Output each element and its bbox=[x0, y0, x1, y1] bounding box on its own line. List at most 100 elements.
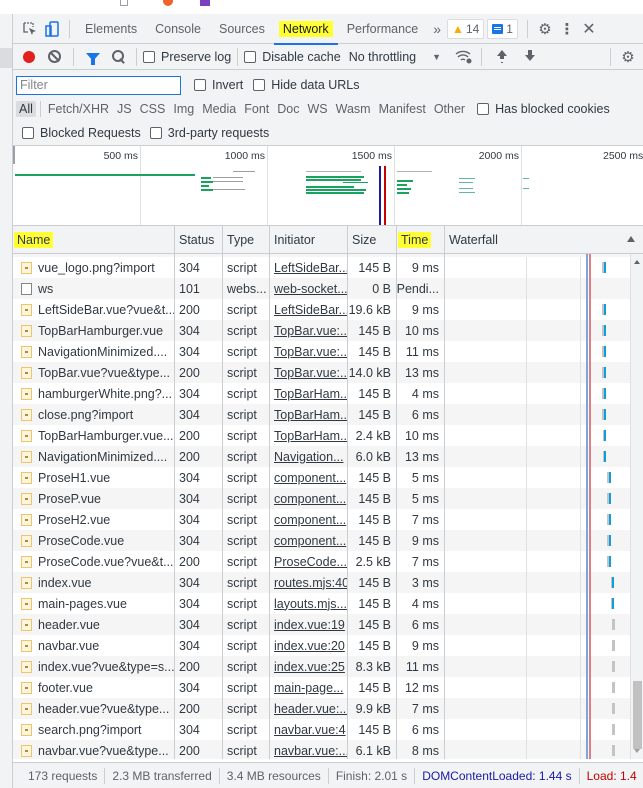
table-row[interactable]: LeftSideBar.vue?vue&t... 200 script LeftSid… bbox=[13, 299, 643, 320]
initiator-link[interactable]: component... bbox=[274, 471, 346, 485]
request-name-cell[interactable]: index.vue bbox=[13, 572, 175, 593]
table-row[interactable]: ProseCode.vue 304 script component... 145 B9… bbox=[13, 530, 643, 551]
sort-ascending-icon[interactable] bbox=[627, 236, 635, 242]
request-name-cell[interactable]: index.vue?vue&type=s... bbox=[13, 656, 175, 677]
filter-funnel-icon[interactable] bbox=[86, 52, 100, 65]
request-name-cell[interactable]: header.vue?vue&type... bbox=[13, 698, 175, 719]
filter-input[interactable] bbox=[16, 75, 181, 95]
type-filter-fetch-xhr[interactable]: Fetch/XHR bbox=[44, 102, 113, 116]
request-name-cell[interactable]: navbar.vue bbox=[13, 635, 175, 656]
table-row[interactable]: NavigationMinimized.... 304 script TopBar.v… bbox=[13, 341, 643, 362]
table-row[interactable]: header.vue?vue&type... 200 script header.vu… bbox=[13, 698, 643, 719]
preserve-log-checkbox[interactable]: Preserve log bbox=[143, 50, 231, 64]
scrollbar-thumb[interactable] bbox=[633, 681, 642, 749]
initiator-link[interactable]: LeftSideBar... bbox=[274, 261, 347, 275]
request-initiator-cell[interactable]: TopBarHam... bbox=[270, 404, 348, 425]
clear-button[interactable] bbox=[48, 50, 61, 63]
type-filter-media[interactable]: Media bbox=[198, 102, 240, 116]
column-header-time[interactable]: Time bbox=[397, 226, 445, 254]
initiator-link[interactable]: index.vue:19 bbox=[274, 618, 345, 632]
table-row[interactable]: ws 101 webs... web-socket... 0 B Pendi... bbox=[13, 278, 643, 299]
request-name-cell[interactable]: ws bbox=[13, 278, 175, 299]
request-initiator-cell[interactable]: ProseCode.... bbox=[270, 551, 348, 572]
request-name-cell[interactable]: ProseH2.vue bbox=[13, 509, 175, 530]
request-initiator-cell[interactable]: component... bbox=[270, 467, 348, 488]
request-name-cell[interactable]: footer.vue bbox=[13, 677, 175, 698]
type-filter-css[interactable]: CSS bbox=[136, 102, 170, 116]
request-initiator-cell[interactable]: component... bbox=[270, 530, 348, 551]
type-filter-all[interactable]: All bbox=[16, 101, 36, 117]
table-row[interactable]: NavigationMinimized.... 200 script Navigati… bbox=[13, 446, 643, 467]
request-name-cell[interactable]: TopBarHamburger.vue... bbox=[13, 425, 175, 446]
record-button[interactable] bbox=[23, 50, 35, 63]
type-filter-ws[interactable]: WS bbox=[303, 102, 331, 116]
request-initiator-cell[interactable]: main-page... bbox=[270, 677, 348, 698]
initiator-link[interactable]: component... bbox=[274, 534, 346, 548]
checkbox[interactable] bbox=[22, 127, 34, 139]
table-row[interactable]: TopBar.vue?vue&type... 200 script TopBar.vu… bbox=[13, 362, 643, 383]
initiator-link[interactable]: routes.mjs:40 bbox=[274, 576, 347, 590]
device-toolbar-icon[interactable] bbox=[41, 18, 63, 40]
initiator-link[interactable]: Navigation... bbox=[274, 450, 343, 464]
checkbox[interactable] bbox=[194, 79, 206, 91]
settings-gear-icon[interactable]: ⚙ bbox=[534, 18, 556, 40]
request-initiator-cell[interactable]: TopBarHam... bbox=[270, 425, 348, 446]
request-initiator-cell[interactable]: LeftSideBar... bbox=[270, 299, 348, 320]
type-filter-js[interactable]: JS bbox=[113, 102, 136, 116]
table-row[interactable]: hamburgerWhite.png?... 304 script TopBarHam… bbox=[13, 383, 643, 404]
invert-checkbox[interactable]: Invert bbox=[194, 78, 243, 92]
column-header-name[interactable]: Name bbox=[13, 226, 175, 254]
request-name-cell[interactable]: close.png?import bbox=[13, 404, 175, 425]
initiator-link[interactable]: TopBarHam... bbox=[274, 429, 347, 443]
checkbox[interactable] bbox=[149, 127, 162, 139]
request-name-cell[interactable]: hamburgerWhite.png?... bbox=[13, 383, 175, 404]
initiator-link[interactable]: TopBar.vue:... bbox=[274, 366, 347, 380]
column-header-size[interactable]: Size bbox=[348, 226, 397, 254]
blocked-requests-checkbox[interactable]: Blocked Requests bbox=[22, 126, 141, 140]
inspect-element-icon[interactable] bbox=[19, 18, 41, 40]
request-name-cell[interactable]: ProseCode.vue?vue&t... bbox=[13, 551, 175, 572]
table-row[interactable]: header.vue 304 script index.vue:19 145 B6 ms bbox=[13, 614, 643, 635]
request-initiator-cell[interactable]: LeftSideBar... bbox=[270, 257, 348, 278]
request-name-cell[interactable]: LeftSideBar.vue?vue&t... bbox=[13, 299, 175, 320]
column-header-type[interactable]: Type bbox=[223, 226, 270, 254]
network-overview-timeline[interactable]: 500 ms 1000 ms 1500 ms 2000 ms 2500 ms bbox=[13, 146, 643, 226]
table-row[interactable]: close.png?import 304 script TopBarHam... 145… bbox=[13, 404, 643, 425]
column-header-waterfall[interactable]: Waterfall bbox=[445, 226, 643, 254]
disable-cache-checkbox[interactable]: Disable cache bbox=[244, 50, 341, 64]
request-initiator-cell[interactable]: index.vue:20 bbox=[270, 635, 348, 656]
table-row[interactable]: footer.vue 304 script main-page... 145 B 12 m… bbox=[13, 677, 643, 698]
request-initiator-cell[interactable]: TopBarHam... bbox=[270, 383, 348, 404]
table-row[interactable]: search.png?import 304 script navbar.vue:4 14… bbox=[13, 719, 643, 740]
table-row[interactable]: index.vue 304 script routes.mjs:40 145 B3 ms bbox=[13, 572, 643, 593]
tab-console[interactable]: Console bbox=[146, 14, 210, 44]
request-initiator-cell[interactable]: layouts.mjs... bbox=[270, 593, 348, 614]
column-header-initiator[interactable]: Initiator bbox=[270, 226, 348, 254]
checkbox[interactable] bbox=[143, 50, 155, 63]
initiator-link[interactable]: component... bbox=[274, 513, 346, 527]
type-filter-doc[interactable]: Doc bbox=[273, 102, 303, 116]
column-header-status[interactable]: Status bbox=[175, 226, 223, 254]
close-devtools-icon[interactable]: ✕ bbox=[578, 18, 600, 40]
initiator-link[interactable]: main-page... bbox=[274, 681, 343, 695]
initiator-link[interactable]: TopBarHam... bbox=[274, 408, 347, 422]
table-row[interactable]: ProseH2.vue 304 script component... 145 B7 m… bbox=[13, 509, 643, 530]
initiator-link[interactable]: index.vue:20 bbox=[274, 639, 345, 653]
tab-network[interactable]: Network bbox=[273, 14, 338, 45]
tab-performance[interactable]: Performance bbox=[338, 14, 428, 44]
network-settings-gear-icon[interactable]: ⚙ bbox=[617, 46, 639, 68]
scroll-down-icon[interactable] bbox=[634, 749, 640, 753]
initiator-link[interactable]: index.vue:25 bbox=[274, 660, 345, 674]
table-row[interactable]: main-pages.vue 304 script layouts.mjs... 145… bbox=[13, 593, 643, 614]
type-filter-other[interactable]: Other bbox=[430, 102, 469, 116]
request-initiator-cell[interactable]: TopBar.vue:... bbox=[270, 341, 348, 362]
request-initiator-cell[interactable]: web-socket... bbox=[270, 278, 348, 299]
initiator-link[interactable]: navbar.vue:4 bbox=[274, 723, 346, 737]
messages-badge[interactable]: 1 bbox=[487, 18, 518, 39]
request-initiator-cell[interactable]: index.vue:19 bbox=[270, 614, 348, 635]
initiator-link[interactable]: TopBarHam... bbox=[274, 387, 347, 401]
import-har-icon[interactable] bbox=[494, 49, 510, 65]
type-filter-font[interactable]: Font bbox=[240, 102, 273, 116]
request-name-cell[interactable]: vue_logo.png?import bbox=[13, 257, 175, 278]
request-name-cell[interactable]: header.vue bbox=[13, 614, 175, 635]
